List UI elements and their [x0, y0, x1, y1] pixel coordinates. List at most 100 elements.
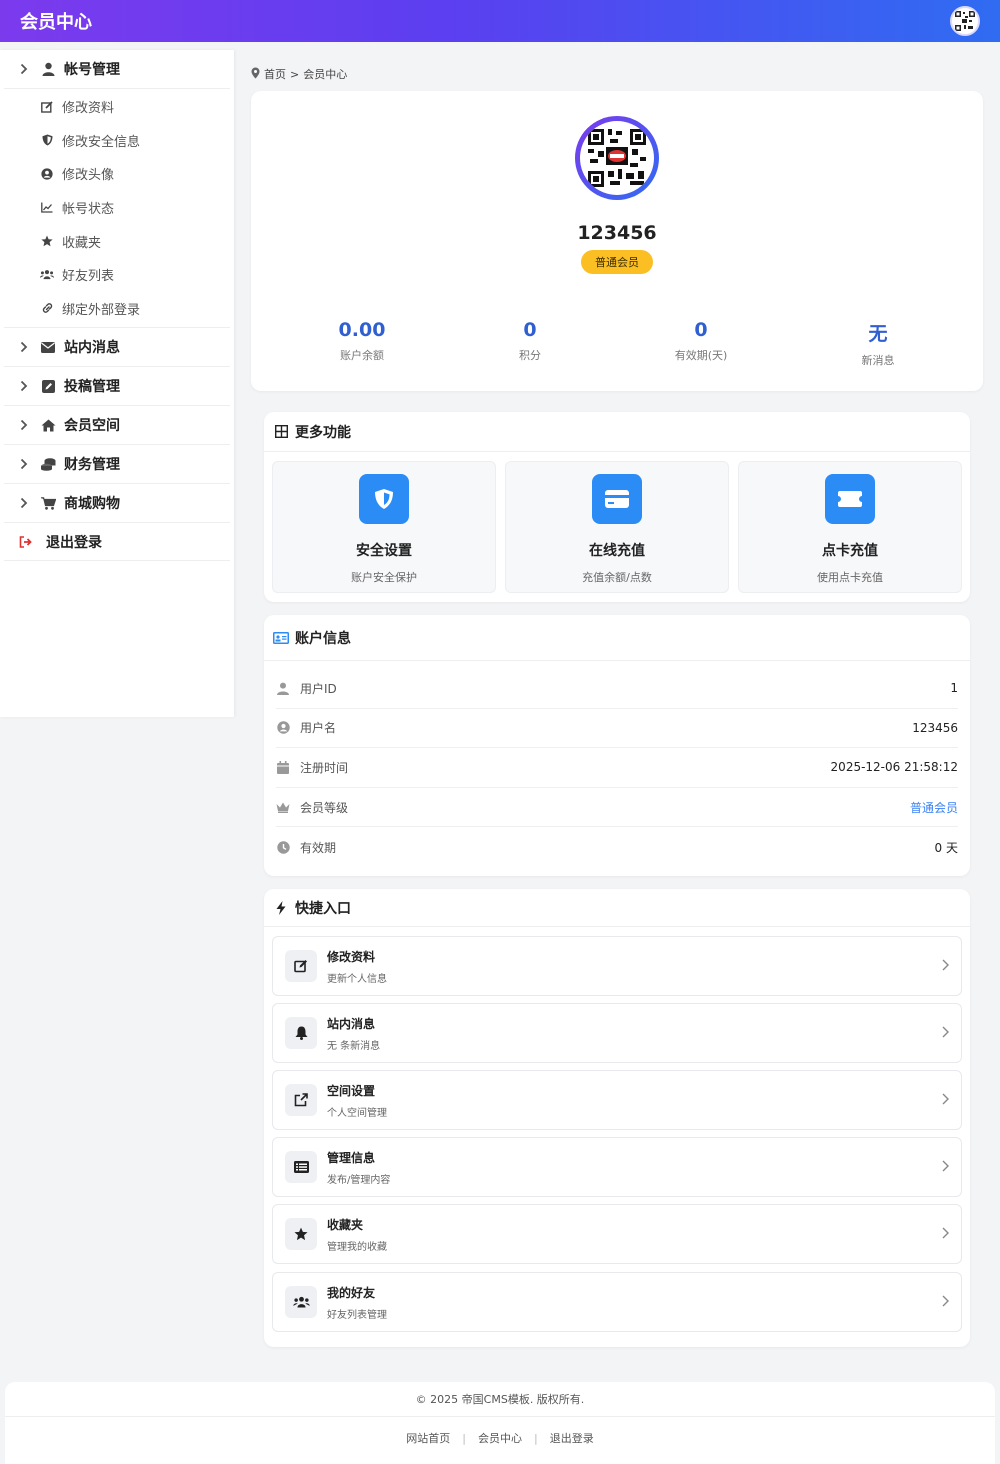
footer-separator: |	[462, 1431, 466, 1445]
sidebar-subitem-status[interactable]: 帐号状态	[4, 191, 230, 225]
external-link-icon	[294, 1093, 308, 1107]
sidebar-item-label: 帐号管理	[64, 62, 120, 78]
sidebar-subitem-security[interactable]: 修改安全信息	[4, 124, 230, 158]
tile-desc: 充值余额/点数	[582, 571, 652, 584]
row-label: 会员等级	[300, 800, 349, 815]
sidebar-item-space[interactable]: 会员空间	[4, 406, 230, 444]
sidebar-subitem-avatar[interactable]: 修改头像	[4, 157, 230, 191]
app-title[interactable]: 会员中心	[20, 8, 92, 34]
stat-new-messages[interactable]: 无 新消息	[808, 319, 948, 368]
account-row-user-id: 用户ID 1	[276, 669, 958, 709]
quick-edit-profile[interactable]: 修改资料更新个人信息	[272, 936, 962, 996]
stat-points[interactable]: 0 积分	[460, 319, 600, 363]
tile-title: 点卡充值	[822, 543, 878, 559]
footer: © 2025 帝国CMS模板. 版权所有. 网站首页 | 会员中心 | 退出登录	[5, 1382, 995, 1464]
header-avatar[interactable]	[950, 6, 980, 36]
row-value: 2025-12-06 21:58:12	[830, 760, 958, 775]
stat-label: 积分	[519, 349, 541, 362]
footer-link-home[interactable]: 网站首页	[406, 1430, 450, 1446]
stat-value: 0	[523, 319, 537, 341]
footer-link-member-center[interactable]: 会员中心	[478, 1430, 522, 1446]
section-title: 更多功能	[264, 412, 970, 452]
quick-friends[interactable]: 我的好友 好友列表管理	[272, 1272, 962, 1332]
pencil-square-icon	[40, 379, 56, 393]
shield-icon	[40, 134, 54, 146]
row-label: 用户名	[300, 721, 337, 736]
sidebar-group-messages: 站内消息	[4, 328, 230, 368]
sign-out-icon	[18, 535, 34, 548]
row-label: 注册时间	[300, 760, 349, 775]
username: 123456	[577, 222, 657, 244]
sidebar-item-shop[interactable]: 商城购物	[4, 484, 230, 522]
users-icon	[40, 269, 54, 280]
breadcrumb-home-link[interactable]: 首页	[264, 66, 286, 82]
quick-entry-card: 快捷入口 修改资料更新个人信息 站内消息无 条新消息 空间设置 个人空间管理 管理…	[264, 889, 970, 1347]
card-recharge-tile[interactable]: 点卡充值 使用点卡充值	[738, 461, 962, 593]
account-row-register-time: 注册时间 2025-12-06 21:58:12	[276, 748, 958, 788]
stat-value: 无	[868, 323, 888, 345]
quick-icon-box	[285, 1218, 317, 1250]
quick-space-settings[interactable]: 空间设置 个人空间管理	[272, 1070, 962, 1130]
quick-title: 修改资料	[327, 949, 376, 964]
stat-label: 新消息	[861, 354, 895, 367]
quick-desc: 更新个人信息	[327, 973, 387, 985]
security-settings-tile[interactable]: 安全设置 账户安全保护	[272, 461, 496, 593]
sidebar-subitem-bind-login[interactable]: 绑定外部登录	[4, 292, 230, 326]
sidebar-item-label: 会员空间	[64, 418, 120, 435]
online-recharge-tile[interactable]: 在线充值 充值余额/点数	[505, 461, 729, 593]
chevron-right-icon	[18, 458, 30, 470]
logout-button[interactable]: 退出登录	[4, 523, 230, 562]
shield-icon	[375, 489, 393, 509]
chevron-right-icon	[942, 1160, 949, 1176]
users-icon	[292, 1296, 310, 1308]
section-title-text: 快捷入口	[295, 900, 351, 917]
quick-title: 收藏夹	[327, 1217, 364, 1232]
tile-desc: 使用点卡充值	[817, 571, 883, 584]
logout-label: 退出登录	[46, 534, 102, 551]
stat-value: 0	[694, 319, 708, 341]
sidebar-subitem-favorites[interactable]: 收藏夹	[4, 224, 230, 258]
sidebar-item-finance[interactable]: 财务管理	[4, 445, 230, 483]
quick-manage-info[interactable]: 管理信息发布/管理内容	[272, 1137, 962, 1197]
account-row-validity: 有效期 0 天	[276, 827, 958, 867]
stat-label: 有效期(天)	[674, 349, 728, 362]
sidebar-item-submissions[interactable]: 投稿管理	[4, 367, 230, 405]
envelope-icon	[40, 341, 56, 353]
quick-icon-box	[285, 950, 317, 982]
credit-card-icon	[605, 490, 629, 508]
chevron-right-icon	[18, 497, 30, 509]
edit-icon	[40, 101, 54, 113]
link-icon	[40, 302, 54, 314]
quick-title: 管理信息	[327, 1150, 376, 1165]
sidebar-item-messages[interactable]: 站内消息	[4, 328, 230, 366]
row-value: 123456	[912, 720, 958, 735]
member-level-link[interactable]: 普通会员	[910, 799, 958, 816]
quick-desc: 发布/管理内容	[327, 1174, 391, 1186]
quick-favorites[interactable]: 收藏夹 管理我的收藏	[272, 1204, 962, 1264]
stat-validity[interactable]: 0 有效期(天)	[631, 319, 771, 363]
chevron-right-icon	[18, 380, 30, 392]
chevron-right-icon	[942, 1026, 949, 1042]
sidebar-subitem-friends[interactable]: 好友列表	[4, 258, 230, 292]
sidebar-subitem-edit-profile[interactable]: 修改资料	[4, 90, 230, 124]
quick-icon-box	[285, 1017, 317, 1049]
tile-title: 安全设置	[356, 543, 412, 559]
crown-icon	[276, 802, 290, 813]
quick-title: 站内消息	[327, 1016, 376, 1031]
footer-link-logout[interactable]: 退出登录	[550, 1430, 594, 1446]
quick-desc: 管理我的收藏	[327, 1241, 387, 1253]
stat-value: 0.00	[338, 319, 386, 341]
sidebar-item-account[interactable]: 帐号管理	[4, 50, 230, 88]
user-circle-icon	[276, 721, 290, 735]
coins-icon	[40, 457, 56, 471]
user-icon	[276, 682, 290, 695]
top-bar: 会员中心	[0, 0, 1000, 42]
ticket-icon	[838, 491, 862, 507]
list-icon	[293, 1161, 309, 1173]
avatar[interactable]	[575, 116, 659, 200]
quick-messages[interactable]: 站内消息无 条新消息	[272, 1003, 962, 1063]
quick-icon-box	[285, 1084, 317, 1116]
id-card-icon	[273, 631, 289, 644]
stat-balance[interactable]: 0.00 账户余额	[292, 319, 432, 363]
section-title: 账户信息	[264, 615, 970, 661]
